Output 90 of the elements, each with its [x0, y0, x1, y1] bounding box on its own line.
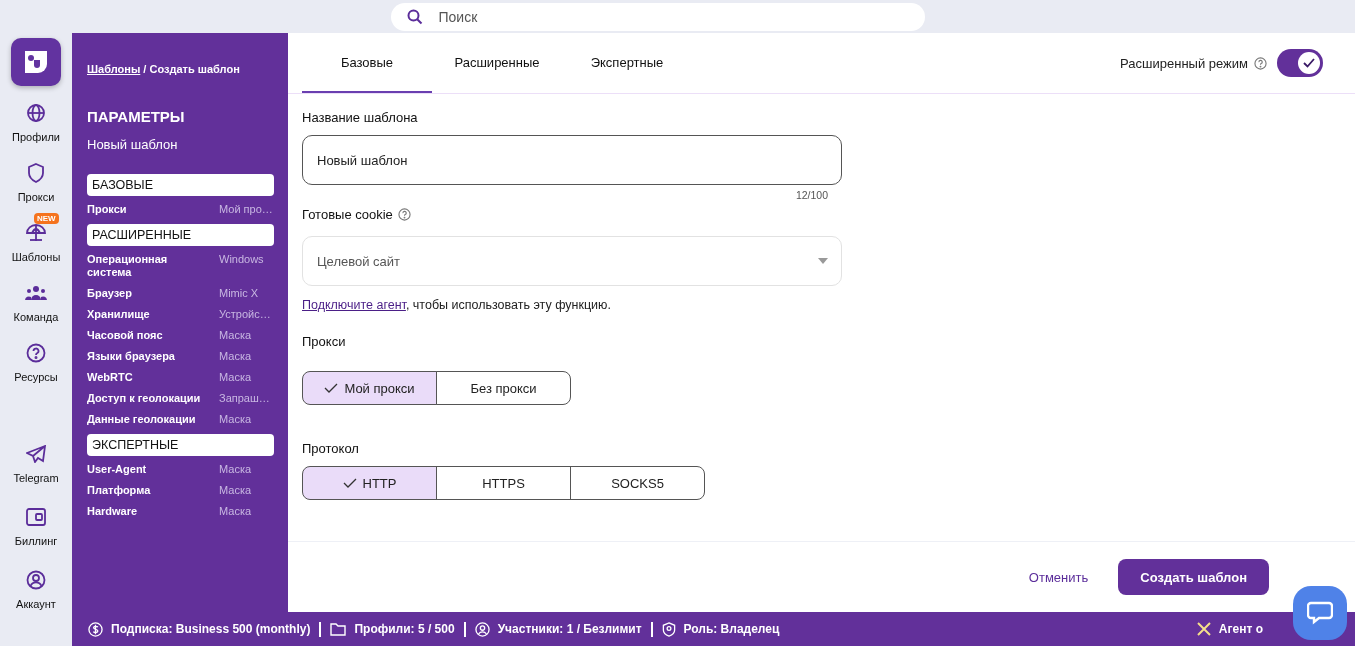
- user-icon: [474, 621, 490, 637]
- nav-item[interactable]: Ресурсы: [9, 333, 63, 385]
- team-icon: [25, 285, 47, 301]
- toggle-switch[interactable]: [1277, 49, 1323, 77]
- section-header[interactable]: ЭКСПЕРТНЫЕ: [87, 434, 274, 456]
- umbrella-icon: [26, 223, 46, 243]
- parameter-name: Данные геолокации: [87, 413, 197, 426]
- parameter-name: Hardware: [87, 505, 139, 518]
- help-icon: [26, 343, 46, 363]
- parameter-value: Mimic X: [219, 287, 259, 300]
- wallet-icon: [26, 508, 46, 526]
- panel-title: ПАРАМЕТРЫ: [87, 108, 186, 125]
- parameter-value: Мой про…: [219, 203, 273, 216]
- cancel-button[interactable]: Отменить: [1022, 568, 1095, 586]
- segment-option[interactable]: SOCKS5: [570, 466, 705, 500]
- parameter-value: Маска: [219, 350, 252, 363]
- parameter-value: Маска: [219, 505, 252, 518]
- paper-plane-icon: [26, 445, 46, 463]
- shield-icon: [27, 163, 45, 183]
- create-template-button[interactable]: Создать шаблон: [1118, 559, 1269, 595]
- nav-item[interactable]: Команда: [9, 273, 63, 325]
- field-label: Протокол: [302, 441, 360, 456]
- nav-item[interactable]: Telegram: [11, 434, 61, 486]
- help-icon: [1254, 56, 1267, 70]
- segment-option[interactable]: HTTPS: [436, 466, 571, 500]
- parameter-value: Маска: [219, 413, 252, 426]
- speech-bubble-icon: [1307, 601, 1333, 625]
- dollar-icon: [88, 621, 103, 637]
- parameter-name: Прокси: [87, 203, 128, 216]
- nav-item[interactable]: NEW Шаблоны: [9, 213, 63, 265]
- parameter-name: Операционная система: [87, 253, 169, 279]
- folder-icon: [330, 622, 347, 636]
- parameter-value: Маска: [219, 484, 252, 497]
- parameter-name: WebRTC: [87, 371, 134, 384]
- check-icon: [342, 478, 357, 488]
- parameter-name: User-Agent: [87, 463, 148, 476]
- shield-icon: [661, 621, 676, 637]
- parameter-name: Часовой пояс: [87, 329, 164, 342]
- template-name-field[interactable]: Новый шаблон: [302, 135, 842, 185]
- tab[interactable]: Базовые: [302, 33, 432, 93]
- breadcrumb-link[interactable]: Шаблоны: [87, 63, 141, 75]
- field-label: Готовые cookie: [302, 207, 393, 222]
- segment-option[interactable]: HTTP: [302, 466, 437, 500]
- parameter-name: Доступ к геолокации: [87, 392, 202, 405]
- user-icon: [26, 570, 46, 590]
- parameter-value: Маска: [219, 371, 252, 384]
- agent-hint: Подключите агент, чтобы использовать эту функцию.: [302, 298, 612, 312]
- segment-option[interactable]: Мой прокси: [302, 371, 437, 405]
- nav-item[interactable]: Аккаунт: [11, 560, 61, 612]
- parameter-name: Языки браузера: [87, 350, 176, 363]
- nav-item[interactable]: Биллинг: [11, 497, 61, 549]
- chat-button[interactable]: [1293, 586, 1347, 640]
- connect-agent-link[interactable]: Подключите агент: [302, 298, 406, 312]
- advanced-mode-label: Расширенный режим: [1120, 55, 1248, 71]
- section-header[interactable]: РАСШИРЕННЫЕ: [87, 224, 274, 246]
- search-icon: [406, 8, 423, 25]
- status-text: Участники: 1 / Безлимит: [497, 622, 642, 636]
- tab[interactable]: Экспертные: [562, 33, 692, 93]
- parameter-name: Платформа: [87, 484, 152, 497]
- breadcrumb-current: / Создать шаблон: [143, 63, 240, 75]
- character-counter: 12/100: [794, 189, 828, 201]
- agent-status: Агент о: [1218, 622, 1263, 636]
- target-site-dropdown[interactable]: Целевой сайт: [302, 236, 842, 286]
- help-icon: [397, 208, 411, 221]
- template-name: Новый шаблон: [87, 137, 179, 152]
- status-text: Подписка: Business 500 (monthly): [111, 622, 311, 636]
- parameter-value: Устройс…: [219, 308, 271, 321]
- nav-item[interactable]: Прокси: [9, 153, 63, 205]
- new-badge: NEW: [34, 213, 59, 224]
- status-text: Профили: 5 / 500: [354, 622, 455, 636]
- search-field[interactable]: Поиск: [390, 2, 925, 31]
- parameter-value: Запраш…: [219, 392, 270, 405]
- field-label: Название шаблона: [302, 110, 419, 125]
- section-header[interactable]: БАЗОВЫЕ: [87, 174, 274, 196]
- parameter-value: Windows: [219, 253, 264, 267]
- parameter-name: Браузер: [87, 287, 133, 300]
- field-label: Прокси: [302, 334, 347, 349]
- nav-item[interactable]: Профили: [9, 93, 63, 145]
- close-icon: [1196, 622, 1211, 636]
- parameter-value: Маска: [219, 463, 252, 476]
- app-logo[interactable]: [11, 38, 61, 86]
- caret-icon: [818, 258, 828, 264]
- check-icon: [324, 383, 339, 393]
- status-text: Роль: Владелец: [683, 622, 780, 636]
- tab[interactable]: Расширенные: [432, 33, 562, 93]
- segment-option[interactable]: Без прокси: [436, 371, 571, 405]
- parameter-name: Хранилище: [87, 308, 151, 321]
- parameter-value: Маска: [219, 329, 252, 342]
- globe-icon: [26, 103, 46, 123]
- check-icon: [1303, 58, 1315, 68]
